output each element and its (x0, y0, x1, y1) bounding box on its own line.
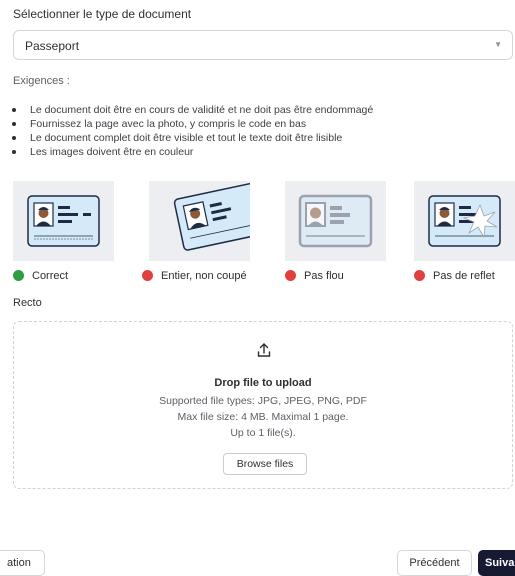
drop-title: Drop file to upload (214, 377, 312, 389)
doc-type-selected-value: Passeport (25, 39, 80, 53)
supported-types: Supported file types: JPG, JPEG, PNG, PD… (159, 395, 367, 407)
chevron-down-icon: ▼ (494, 40, 502, 49)
recto-label: Recto (13, 297, 42, 309)
requirement-item: Les images doivent être en couleur (0, 146, 373, 158)
status-correct: Correct (13, 270, 68, 282)
status-label: Entier, non coupé (161, 270, 247, 282)
error-icon (285, 270, 296, 281)
requirement-item: Fournissez la page avec la photo, y comp… (0, 118, 373, 130)
example-glare-image (414, 181, 515, 261)
previous-button[interactable]: Précédent (397, 550, 472, 576)
requirements-list: Le document doit être en cours de validi… (0, 104, 373, 160)
doc-type-label: Sélectionner le type de document (13, 7, 192, 21)
status-label: Correct (32, 270, 69, 282)
upload-dropzone[interactable]: Drop file to upload Supported file types… (13, 321, 513, 489)
file-count: Up to 1 file(s). (230, 427, 296, 439)
browse-files-button[interactable]: Browse files (223, 453, 307, 475)
example-blur-image (285, 181, 386, 261)
upload-icon (257, 343, 271, 357)
error-icon (142, 270, 153, 281)
status-label: Pas flou (304, 270, 344, 282)
status-glare: Pas de reflet (414, 270, 495, 282)
check-icon (13, 270, 24, 281)
requirement-item: Le document complet doit être visible et… (0, 132, 373, 144)
status-blur: Pas flou (285, 270, 344, 282)
requirement-item: Le document doit être en cours de validi… (0, 104, 373, 116)
example-correct-image (13, 181, 114, 261)
doc-type-select[interactable]: Passeport ▼ (13, 30, 513, 60)
example-cut-image (149, 181, 250, 261)
status-cut: Entier, non coupé (142, 270, 247, 282)
status-label: Pas de reflet (433, 270, 495, 282)
max-size: Max file size: 4 MB. Maximal 1 page. (177, 411, 349, 423)
error-icon (414, 270, 425, 281)
left-footer-button[interactable]: ation (0, 550, 45, 576)
next-button[interactable]: Suiva (478, 550, 515, 576)
requirements-title: Exigences : (13, 75, 70, 87)
